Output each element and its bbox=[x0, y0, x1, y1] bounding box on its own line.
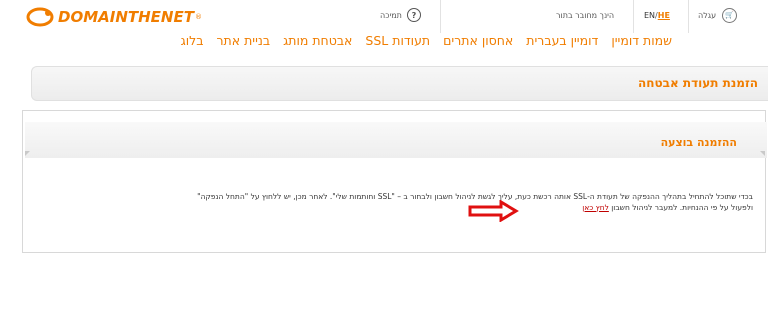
message-line-2: ולפעול על פי ההנחיות. למעבר לניהול חשבון… bbox=[33, 202, 753, 213]
lang-en-link[interactable]: EN bbox=[644, 11, 655, 20]
message-line-1: בכדי שתוכל להתחיל בתהליך ההנפקה של תעודת… bbox=[197, 192, 753, 201]
topbar-divider bbox=[633, 0, 634, 33]
main-nav: שמות דומיין דומיין בעברית אחסון אתרים תע… bbox=[181, 33, 672, 48]
nav-item-site-builder[interactable]: בניית אתר bbox=[216, 33, 270, 48]
page-title-bar: הזמנת תעודת אבטחה bbox=[31, 66, 768, 101]
support-link[interactable]: תמיכה ? bbox=[380, 7, 421, 23]
brand-logo[interactable]: DOMAINTHENET ® bbox=[26, 5, 202, 29]
logo-swoosh-icon bbox=[26, 7, 54, 27]
ribbon-fold-left bbox=[25, 151, 30, 156]
order-panel: ההזמנה בוצעה בכדי שתוכל להתחיל בתהליך הה… bbox=[22, 110, 767, 253]
panel-title: ההזמנה בוצעה bbox=[660, 136, 737, 149]
nav-item-hebrew-domain[interactable]: דומיין בעברית bbox=[526, 33, 598, 48]
page-title: הזמנת תעודת אבטחה bbox=[638, 76, 758, 90]
nav-item-ssl[interactable]: תעודות SSL bbox=[365, 33, 430, 48]
order-message: בכדי שתוכל להתחיל בתהליך ההנפקה של תעודת… bbox=[33, 191, 753, 213]
click-here-link[interactable]: לחץ כאן bbox=[582, 203, 609, 212]
topbar-divider bbox=[688, 0, 689, 33]
message-line-2-text: ולפעול על פי ההנחיות. למעבר לניהול חשבון bbox=[608, 203, 753, 212]
lang-he-link[interactable]: HE bbox=[658, 11, 670, 20]
logo-registered-mark: ® bbox=[194, 13, 202, 21]
login-status-text: הינך מחובר בתור bbox=[556, 10, 615, 20]
ribbon-fold-right bbox=[760, 151, 765, 156]
login-status[interactable]: הינך מחובר בתור bbox=[556, 7, 614, 23]
support-label: תמיכה bbox=[380, 10, 402, 20]
topbar-divider bbox=[440, 0, 441, 33]
cart-icon: 🛒 bbox=[722, 7, 738, 23]
cart-label: עגלה bbox=[698, 10, 717, 20]
panel-header: ההזמנה בוצעה bbox=[25, 122, 767, 158]
language-switcher: EN / HE bbox=[644, 7, 670, 23]
nav-item-brand-protection[interactable]: אבטחת מותג bbox=[283, 33, 352, 48]
nav-item-blog[interactable]: בלוג bbox=[181, 33, 204, 48]
nav-item-hosting[interactable]: אחסון אתרים bbox=[443, 33, 513, 48]
cart-button[interactable]: עגלה 🛒 bbox=[698, 7, 738, 23]
arrow-right-icon bbox=[468, 200, 519, 222]
question-icon: ? bbox=[406, 8, 421, 22]
logo-text: DOMAINTHENET bbox=[58, 8, 194, 26]
nav-item-domain-names[interactable]: שמות דומיין bbox=[611, 33, 672, 48]
